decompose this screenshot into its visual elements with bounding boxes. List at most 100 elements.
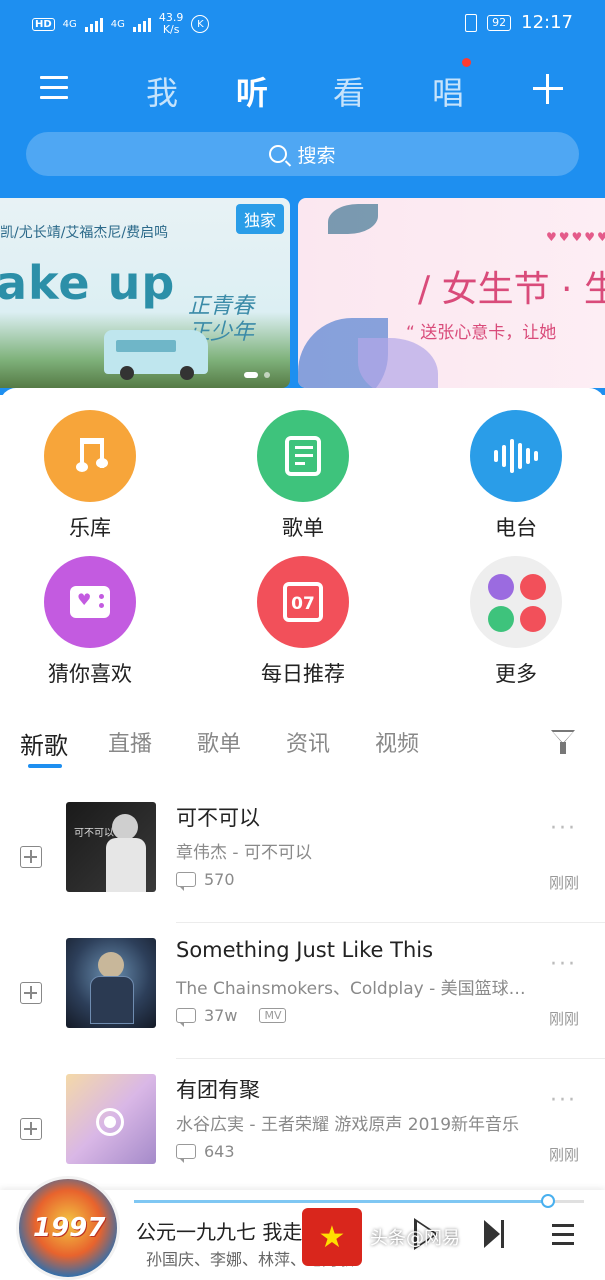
rv-wheel [120, 366, 134, 380]
more-options-icon[interactable]: ··· [550, 1088, 577, 1113]
tab-playlists[interactable]: 歌单 [197, 726, 241, 758]
song-meta: 643 [176, 1142, 235, 1163]
more-options-icon[interactable]: ··· [550, 816, 577, 841]
signal-icon-2 [132, 16, 151, 32]
battery-icon: 92 [487, 14, 512, 31]
comment-count: 643 [204, 1142, 235, 1161]
tab-listen[interactable]: 听 [236, 68, 268, 114]
rv-illustration [104, 330, 208, 374]
comment-icon [176, 1008, 196, 1027]
grid-item-more[interactable]: 更多 [446, 556, 586, 688]
grid-item-playlist[interactable]: 歌单 [233, 410, 373, 542]
network-label-2: 4G [110, 18, 125, 30]
add-icon[interactable] [533, 74, 563, 104]
add-to-playlist-icon[interactable] [20, 1118, 42, 1140]
exclusive-badge: 独家 [235, 204, 284, 234]
network-label: 4G [62, 18, 77, 30]
album-cover [66, 1074, 156, 1164]
calendar-icon: 07 [257, 556, 349, 648]
song-meta: 37w MV [176, 1006, 287, 1027]
status-bar: HD 4G 4G 43.9 K/s K 92 12:17 [0, 0, 605, 52]
disc-text: 1997 [33, 1213, 106, 1243]
grid-item-daily-recommend[interactable]: 07 每日推荐 [233, 556, 373, 688]
add-to-playlist-icon[interactable] [20, 846, 42, 868]
divider [176, 922, 605, 923]
tab-news[interactable]: 资讯 [286, 726, 330, 758]
radio-heart-icon [44, 556, 136, 648]
k-icon: K [191, 15, 210, 33]
clock: 12:17 [521, 12, 573, 33]
comment-count: 570 [204, 870, 235, 889]
banner-artists: 凯/尤长靖/艾福杰尼/费启鸣 [0, 225, 169, 241]
signal-icon [84, 16, 103, 32]
more-apps-icon [470, 556, 562, 648]
progress-fill [134, 1200, 548, 1203]
leaf-decoration [358, 338, 438, 388]
song-title: 有团有聚 [176, 1078, 260, 1102]
album-cover [66, 938, 156, 1028]
banner-title: ake up [0, 256, 176, 310]
grid-label: 乐库 [69, 516, 111, 540]
song-artist: The Chainsmokers、Coldplay - 美国篮球联… [176, 979, 536, 999]
top-nav: 我 听 看 唱 [0, 58, 605, 120]
filter-icon[interactable] [551, 730, 575, 754]
notification-dot [462, 58, 471, 67]
progress-bar[interactable] [134, 1194, 584, 1208]
sound-wave-icon [470, 410, 562, 502]
banner2-headline: / 女生节 · 生 [418, 269, 605, 310]
now-playing-disc[interactable]: 1997 [16, 1176, 120, 1280]
tab-watch[interactable]: 看 [333, 68, 365, 114]
content-card: 乐库 歌单 电台 猜你喜欢 07 每日推荐 [0, 388, 605, 1280]
song-time: 刚刚 [548, 1010, 579, 1028]
grid-item-radio[interactable]: 电台 [446, 410, 586, 542]
banner-womens-day[interactable]: ♥♥♥♥♥ / 女生节 · 生 “ 送张心意卡，让她 [298, 198, 605, 388]
mv-badge[interactable]: MV [259, 1008, 287, 1023]
search-placeholder: 搜索 [297, 144, 336, 167]
playlist-queue-icon[interactable] [552, 1224, 574, 1251]
search-bar[interactable]: 搜索 [26, 132, 579, 176]
watermark-flag-icon: ★ [302, 1208, 362, 1266]
tab-sing[interactable]: 唱 [432, 68, 464, 114]
grid-item-guess-you-like[interactable]: 猜你喜欢 [20, 556, 160, 688]
more-options-icon[interactable]: ··· [550, 952, 577, 977]
playlist-icon [257, 410, 349, 502]
banner2-subtitle: “ 送张心意卡，让她 [406, 323, 557, 343]
tab-new-songs[interactable]: 新歌 [20, 726, 68, 761]
content-tabs: 新歌 直播 歌单 资讯 视频 [0, 714, 605, 768]
grid-label: 猜你喜欢 [48, 662, 132, 686]
rv-wheel [180, 366, 194, 380]
grid-label: 每日推荐 [261, 662, 345, 686]
comment-count: 37w [204, 1006, 238, 1025]
search-icon [269, 145, 288, 163]
song-title: 可不可以 [176, 806, 260, 830]
banner-wake-up[interactable]: 凯/尤长靖/艾福杰尼/费启鸣 ake up 正青春 正少年 独家 [0, 198, 290, 388]
song-time: 刚刚 [548, 1146, 579, 1164]
tab-me[interactable]: 我 [146, 68, 178, 114]
grid-item-library[interactable]: 乐库 [20, 410, 160, 542]
comment-icon [176, 1144, 196, 1163]
song-artist: 水谷広実 - 王者荣耀 游戏原声 2019新年音乐 [176, 1115, 520, 1135]
song-row[interactable]: Something Just Like This The Chainsmoker… [0, 938, 605, 1074]
watermark-text: 头条@网易 [370, 1228, 460, 1249]
music-note-icon [44, 410, 136, 502]
hd-icon: HD [32, 17, 55, 31]
divider [176, 1058, 605, 1059]
next-track-icon[interactable] [484, 1220, 504, 1248]
vibrate-icon [465, 13, 478, 32]
add-to-playlist-icon[interactable] [20, 982, 42, 1004]
song-row[interactable]: 可不可以 可不可以 章伟杰 - 可不可以 570 ··· 刚刚 [0, 802, 605, 938]
album-cover: 可不可以 [66, 802, 156, 892]
song-title: Something Just Like This [176, 938, 434, 962]
tab-live[interactable]: 直播 [108, 726, 152, 758]
carousel-dots [244, 372, 270, 378]
song-artist: 章伟杰 - 可不可以 [176, 843, 312, 863]
cover-text: 可不可以 [74, 828, 114, 839]
menu-icon[interactable] [40, 76, 68, 100]
tab-videos[interactable]: 视频 [375, 726, 419, 758]
progress-knob[interactable] [541, 1194, 555, 1208]
grid-label: 歌单 [282, 516, 324, 540]
network-speed: 43.9 K/s [158, 11, 184, 36]
song-meta: 570 [176, 870, 235, 891]
calendar-day: 07 [283, 582, 323, 622]
grid-label: 电台 [495, 516, 537, 540]
